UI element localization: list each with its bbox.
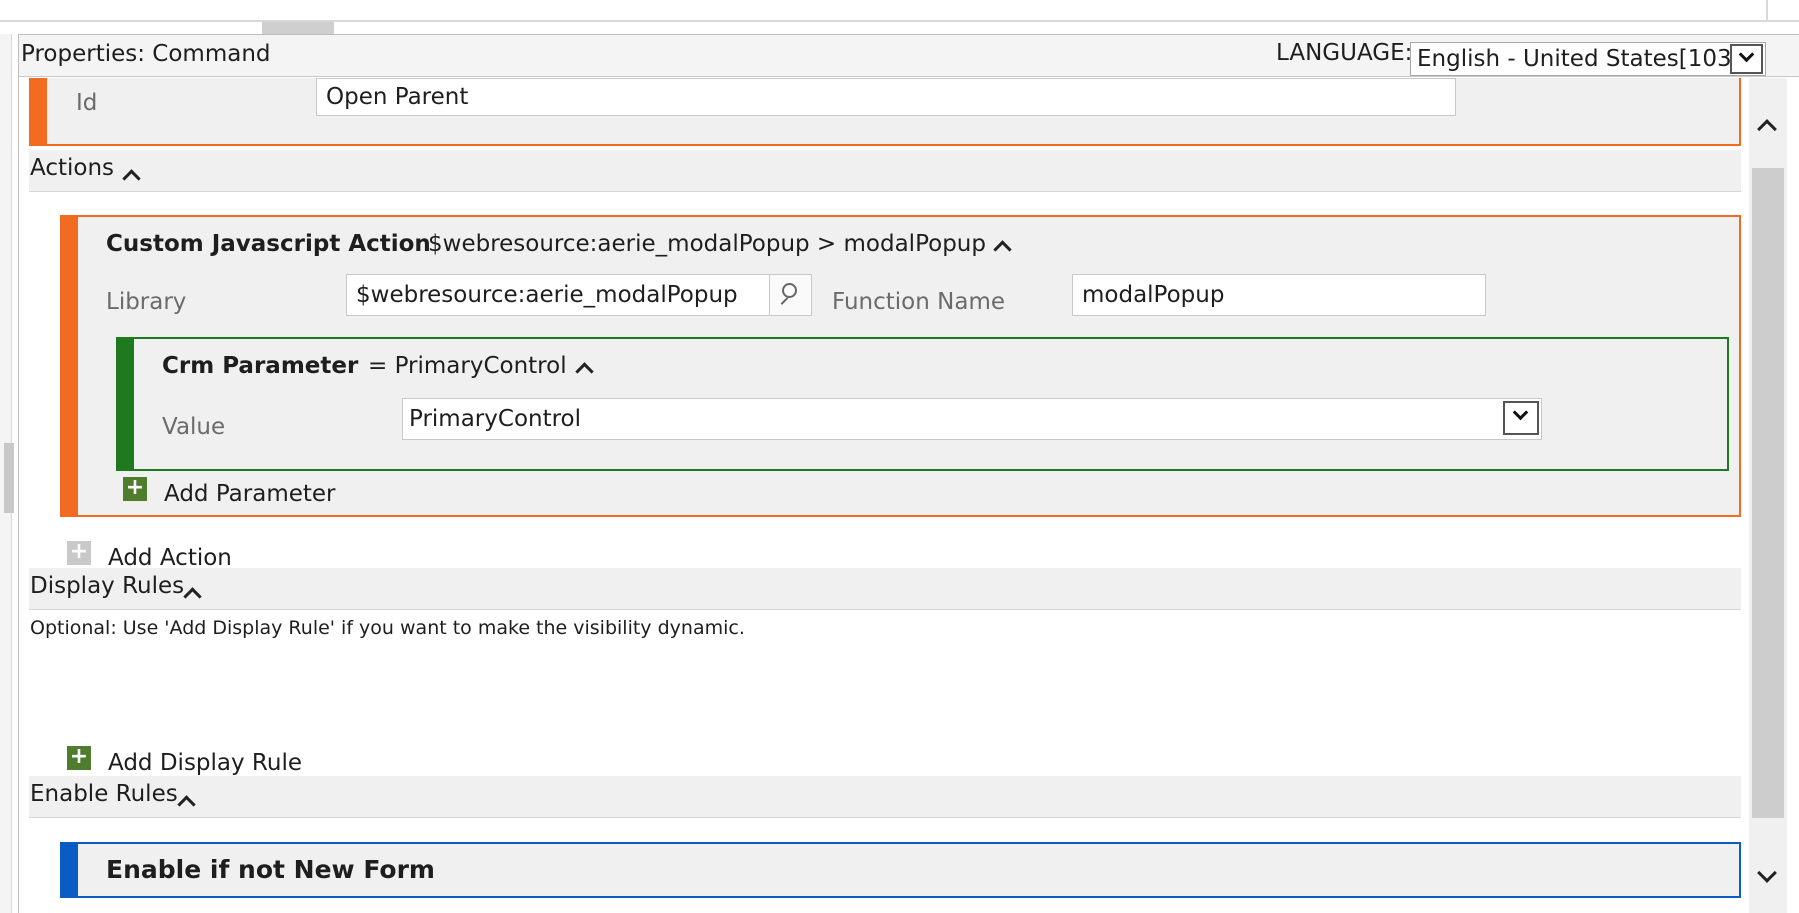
scroll-down-arrow[interactable]: [1749, 852, 1787, 912]
function-name-value: modalPopup: [1082, 282, 1225, 308]
display-rules-header: Display Rules: [30, 573, 185, 599]
enable-rule-accent: [60, 842, 78, 898]
id-input[interactable]: Open Parent: [316, 78, 1456, 116]
action-accent: [60, 215, 78, 517]
display-rules-hint: Optional: Use 'Add Display Rule' if you …: [30, 617, 745, 639]
enable-rule-title: Enable if not New Form: [106, 855, 435, 884]
language-select[interactable]: English - United States[1033]: [1410, 42, 1766, 76]
left-pane-scroll-thumb[interactable]: [4, 443, 14, 513]
action-type: Custom Javascript Action: [106, 231, 431, 257]
library-input[interactable]: $webresource:aerie_modalPopup: [346, 274, 770, 316]
add-parameter-link[interactable]: Add Parameter: [164, 481, 336, 507]
enable-rules-header: Enable Rules: [30, 781, 178, 807]
search-icon: [782, 283, 797, 298]
scroll-thumb[interactable]: [1752, 168, 1784, 818]
library-value: $webresource:aerie_modalPopup: [356, 282, 738, 308]
language-select-value: English - United States[1033]: [1417, 46, 1756, 72]
id-value: Open Parent: [326, 84, 469, 110]
parameter-accent: [116, 337, 134, 471]
actions-section-header[interactable]: [29, 150, 1741, 192]
scroll-up-arrow[interactable]: [1749, 100, 1787, 160]
parameter-summary: = PrimaryControl: [368, 353, 567, 379]
command-accent: [29, 78, 47, 146]
add-action-icon[interactable]: +: [67, 541, 91, 565]
actions-header: Actions: [30, 155, 115, 181]
chevron-down-icon[interactable]: [1503, 401, 1539, 435]
parameter-type: Crm Parameter: [162, 353, 359, 379]
enable-rules-section-header[interactable]: [29, 776, 1741, 818]
add-parameter-icon[interactable]: +: [123, 477, 147, 501]
library-label: Library: [106, 289, 187, 315]
library-lookup-button[interactable]: [770, 274, 812, 316]
splitter-grip[interactable]: [262, 22, 334, 34]
add-display-rule-link[interactable]: Add Display Rule: [108, 750, 302, 776]
parameter-value: PrimaryControl: [409, 406, 582, 432]
language-label: LANGUAGE:: [1276, 40, 1413, 66]
action-summary: $webresource:aerie_modalPopup > modalPop…: [428, 231, 986, 257]
display-rules-section-header[interactable]: [29, 568, 1741, 610]
add-display-rule-icon[interactable]: +: [67, 746, 91, 770]
right-top-border: [1766, 0, 1768, 22]
id-label: Id: [76, 90, 98, 116]
parameter-value-label: Value: [162, 414, 226, 440]
chevron-down-icon[interactable]: [1730, 44, 1763, 74]
function-name-label: Function Name: [832, 289, 1005, 315]
parameter-value-select[interactable]: PrimaryControl: [402, 398, 1542, 440]
function-name-input[interactable]: modalPopup: [1072, 274, 1486, 316]
panel-title: Properties: Command: [21, 41, 271, 67]
